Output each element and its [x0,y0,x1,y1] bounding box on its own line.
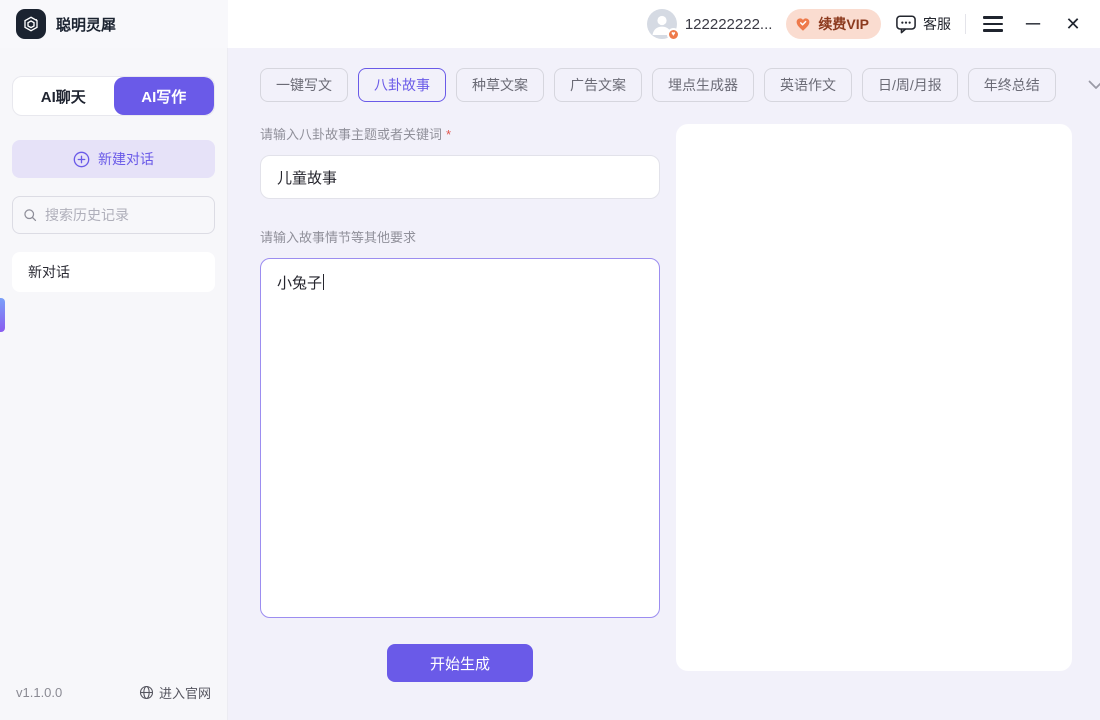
official-site-link[interactable]: 进入官网 [139,683,211,702]
close-button[interactable]: ✕ [1060,11,1086,37]
required-mark: * [446,127,451,142]
username[interactable]: 122222222... [685,16,773,33]
app-title: 聪明灵犀 [56,14,116,35]
tab-one-click-writing[interactable]: 一键写文 [260,68,348,102]
history-search[interactable] [12,196,215,234]
writing-template-tabs: 一键写文 八卦故事 种草文案 广告文案 埋点生成器 英语作文 日/周/月报 年终… [260,68,1072,102]
app-window: 聪明灵犀 ♥ 122222222... 续费VIP [0,0,1100,720]
more-tabs-button[interactable] [1088,80,1100,90]
tab-seeding-copy[interactable]: 种草文案 [456,68,544,102]
text-caret [323,274,324,290]
tab-year-end-summary[interactable]: 年终总结 [968,68,1056,102]
tab-gossip-story[interactable]: 八卦故事 [358,68,446,102]
new-chat-label: 新建对话 [98,149,154,169]
renew-vip-label: 续费VIP [818,14,869,34]
app-version: v1.1.0.0 [16,685,62,700]
topbar-actions: ♥ 122222222... 续费VIP 客服 [228,9,1100,39]
tab-ai-writing[interactable]: AI写作 [114,77,215,115]
chat-bubble-icon [895,14,917,34]
globe-icon [139,685,154,700]
history-search-input[interactable] [45,207,204,223]
topbar: 聪明灵犀 ♥ 122222222... 续费VIP [0,0,1100,48]
history-item-new-chat[interactable]: 新对话 [12,252,215,292]
tab-ai-chat[interactable]: AI聊天 [13,77,114,115]
detail-label: 请输入故事情节等其他要求 [260,227,660,246]
customer-support-label: 客服 [923,14,951,34]
chevron-down-icon [1088,80,1100,90]
app-logo-icon [16,9,46,39]
topic-label: 请输入八卦故事主题或者关键词* [260,124,660,143]
tab-english-essay[interactable]: 英语作文 [764,68,852,102]
tab-daily-weekly-monthly-report[interactable]: 日/周/月报 [862,68,958,102]
generate-button[interactable]: 开始生成 [387,644,533,682]
mode-switcher: AI聊天 AI写作 [12,76,215,116]
customer-support-button[interactable]: 客服 [895,14,951,34]
renew-vip-button[interactable]: 续费VIP [786,9,881,39]
tab-tracking-generator[interactable]: 埋点生成器 [652,68,754,102]
sidebar: AI聊天 AI写作 新建对话 新对话 [0,48,228,720]
account-info[interactable]: ♥ 122222222... [647,9,773,39]
story-form: 请输入八卦故事主题或者关键词* 请输入故事情节等其他要求 小兔子 开始生成 [260,124,660,720]
user-avatar[interactable]: ♥ [647,9,677,39]
vip-heart-icon [794,15,812,33]
official-site-label: 进入官网 [159,683,211,702]
topbar-divider [965,14,966,34]
search-icon [23,207,37,223]
story-detail-text: 小兔子 [277,275,322,292]
avatar-vip-badge-icon: ♥ [667,28,680,41]
active-history-indicator [0,298,5,332]
minimize-button[interactable]: ─ [1020,11,1046,37]
plus-circle-icon [73,151,90,168]
sidebar-footer: v1.1.0.0 进入官网 [0,669,227,720]
main-area: 一键写文 八卦故事 种草文案 广告文案 埋点生成器 英语作文 日/周/月报 年终… [228,48,1100,720]
topbar-brand: 聪明灵犀 [0,0,228,48]
output-panel [676,124,1072,671]
new-chat-button[interactable]: 新建对话 [12,140,215,178]
tab-ad-copy[interactable]: 广告文案 [554,68,642,102]
menu-button[interactable] [980,11,1006,37]
story-detail-textarea[interactable]: 小兔子 [260,258,660,618]
hamburger-icon [983,16,1003,32]
topic-input[interactable] [260,155,660,199]
